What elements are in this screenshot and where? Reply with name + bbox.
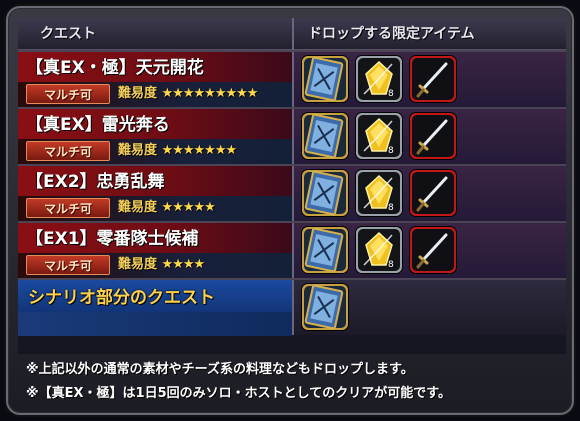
blue-card-icon[interactable] bbox=[302, 284, 348, 330]
sword-icon[interactable] bbox=[410, 56, 456, 102]
quest-info-cell: 【EX1】零番隊士候補 マルチ可 難易度 ★★★★ bbox=[18, 223, 292, 278]
sword-icon[interactable] bbox=[410, 227, 456, 273]
difficulty-rating: 難易度 ★★★★ bbox=[118, 255, 206, 275]
drop-items-cell: 8 bbox=[294, 52, 566, 107]
footnote: ※【真EX・極】は1日5回のみソロ・ホストとしてのクリアが可能です。 bbox=[26, 386, 451, 401]
quest-row[interactable]: 【真EX・極】天元開花 マルチ可 難易度 ★★★★★★★★★ 8 bbox=[18, 50, 566, 107]
quest-title: 【真EX】雷光奔る bbox=[26, 115, 170, 135]
quest-row[interactable]: 【EX2】忠勇乱舞 マルチ可 難易度 ★★★★★ 8 bbox=[18, 164, 566, 221]
difficulty-stars: ★★★★ bbox=[161, 257, 206, 272]
footnote: ※上記以外の通常の素材やチーズ系の料理などもドロップします。 bbox=[26, 362, 414, 377]
quest-title: 【EX1】零番隊士候補 bbox=[26, 229, 199, 249]
multi-badge: マルチ可 bbox=[26, 141, 110, 161]
blue-card-icon[interactable] bbox=[302, 170, 348, 216]
scenario-quest-row[interactable]: シナリオ部分のクエスト bbox=[18, 278, 566, 336]
blue-card-icon[interactable] bbox=[302, 113, 348, 159]
multi-badge: マルチ可 bbox=[26, 84, 110, 104]
difficulty-rating: 難易度 ★★★★★★★ bbox=[118, 141, 238, 161]
quest-row[interactable]: 【真EX】雷光奔る マルチ可 難易度 ★★★★★★★ 8 bbox=[18, 107, 566, 164]
blue-card-icon[interactable] bbox=[302, 56, 348, 102]
quest-column-header: クエスト bbox=[40, 26, 96, 42]
gold-crystal-icon[interactable]: 8 bbox=[356, 227, 402, 273]
quest-row[interactable]: 【EX1】零番隊士候補 マルチ可 難易度 ★★★★ 8 bbox=[18, 221, 566, 278]
footnotes: ※上記以外の通常の素材やチーズ系の料理などもドロップします。 ※【真EX・極】は… bbox=[26, 358, 566, 406]
sword-icon[interactable] bbox=[410, 170, 456, 216]
drop-items-cell: 8 bbox=[294, 166, 566, 221]
svg-text:8: 8 bbox=[388, 260, 394, 270]
difficulty-stars: ★★★★★★★ bbox=[161, 143, 238, 158]
drop-column-header: ドロップする限定アイテム bbox=[308, 26, 475, 42]
svg-text:8: 8 bbox=[388, 146, 394, 156]
gold-crystal-icon[interactable]: 8 bbox=[356, 170, 402, 216]
difficulty-label: 難易度 bbox=[118, 86, 158, 101]
difficulty-stars: ★★★★★★★★★ bbox=[161, 86, 259, 101]
quest-info-cell: 【真EX・極】天元開花 マルチ可 難易度 ★★★★★★★★★ bbox=[18, 52, 292, 107]
drop-items-cell bbox=[294, 280, 566, 335]
quest-info-cell: 【EX2】忠勇乱舞 マルチ可 難易度 ★★★★★ bbox=[18, 166, 292, 221]
quest-drop-table-panel: クエスト ドロップする限定アイテム 【真EX・極】天元開花 マルチ可 難易度 ★… bbox=[6, 6, 574, 415]
multi-badge: マルチ可 bbox=[26, 255, 110, 275]
quest-title: 【EX2】忠勇乱舞 bbox=[26, 172, 165, 192]
scenario-info-cell: シナリオ部分のクエスト bbox=[18, 280, 292, 336]
multi-badge: マルチ可 bbox=[26, 198, 110, 218]
sword-icon[interactable] bbox=[410, 113, 456, 159]
difficulty-label: 難易度 bbox=[118, 257, 158, 272]
drop-items-cell: 8 bbox=[294, 109, 566, 164]
svg-text:8: 8 bbox=[388, 89, 394, 99]
difficulty-rating: 難易度 ★★★★★ bbox=[118, 198, 216, 218]
header-divider bbox=[292, 18, 294, 50]
quest-title: 【真EX・極】天元開花 bbox=[26, 58, 204, 78]
svg-text:8: 8 bbox=[388, 203, 394, 213]
gold-crystal-icon[interactable]: 8 bbox=[356, 56, 402, 102]
difficulty-label: 難易度 bbox=[118, 143, 158, 158]
table-header: クエスト ドロップする限定アイテム bbox=[18, 18, 566, 50]
difficulty-rating: 難易度 ★★★★★★★★★ bbox=[118, 84, 259, 104]
difficulty-stars: ★★★★★ bbox=[161, 200, 216, 215]
scenario-title: シナリオ部分のクエスト bbox=[28, 288, 215, 308]
difficulty-label: 難易度 bbox=[118, 200, 158, 215]
blue-card-icon[interactable] bbox=[302, 227, 348, 273]
gold-crystal-icon[interactable]: 8 bbox=[356, 113, 402, 159]
drop-items-cell: 8 bbox=[294, 223, 566, 278]
quest-info-cell: 【真EX】雷光奔る マルチ可 難易度 ★★★★★★★ bbox=[18, 109, 292, 164]
